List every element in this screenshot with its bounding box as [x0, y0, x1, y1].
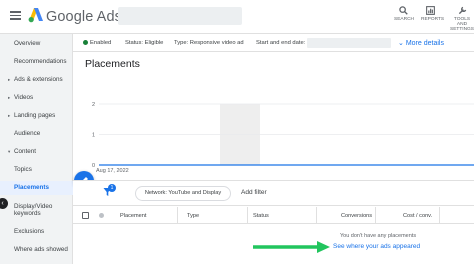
date-label: Start and end date: [256, 40, 306, 46]
app-title: Google Ads [46, 9, 122, 25]
sidebar-item-label: Audience [14, 130, 41, 137]
top-bar: Google Ads SEARCH REPORTS TOOLS AND SETT… [0, 0, 474, 34]
sidebar-item-placements[interactable]: Placements [0, 181, 73, 195]
tools-icon [458, 6, 466, 15]
date-range-value [307, 38, 391, 48]
sidebar-item-label: Videos [14, 94, 34, 101]
y-tick-label: 1 [92, 133, 95, 139]
caret-right-icon: ▸ [8, 95, 11, 100]
search-button[interactable]: SEARCH [394, 6, 414, 22]
sidebar-item-label: Where ads showed [14, 246, 68, 253]
sidebar-item-label: Recommendations [14, 58, 67, 65]
more-details-link[interactable]: ⌄ More details [398, 39, 444, 47]
sidebar-item-label: Content [14, 148, 37, 155]
add-filter-button[interactable]: Add filter [241, 189, 267, 196]
status-enabled[interactable]: Enabled [90, 40, 111, 46]
column-divider [177, 207, 178, 224]
chevron-left-icon: ‹ [1, 200, 4, 207]
empty-state-message: You don't have any placements [340, 233, 417, 239]
sidebar-item-label: Landing pages [14, 112, 56, 119]
chevron-down-icon: ⌄ [398, 40, 404, 47]
sidebar-item-topics[interactable]: Topics [0, 163, 73, 177]
sidebar-item-label: Exclusions [14, 228, 45, 235]
see-where-ads-appeared-link[interactable]: See where your ads appeared [333, 243, 420, 250]
sidebar-item-overview[interactable]: Overview [0, 37, 73, 51]
search-icon [398, 6, 408, 15]
sidebar: Overview Recommendations ▸ Ads & extensio… [0, 34, 73, 264]
page-header: Placements [73, 52, 474, 78]
column-header-placement[interactable]: Placement [120, 213, 146, 219]
page-title: Placements [85, 58, 140, 70]
tools-label: TOOLS AND [453, 17, 471, 27]
caret-right-icon: ▸ [8, 77, 11, 82]
sidebar-item-videos[interactable]: ▸ Videos [0, 91, 73, 105]
sidebar-item-display-video-keywords[interactable]: Display/Video keywords [0, 200, 73, 220]
google-ads-logo-icon [28, 8, 43, 23]
column-divider [375, 207, 376, 224]
sidebar-item-content[interactable]: ▾ Content [0, 145, 73, 159]
sidebar-item-ads-extensions[interactable]: ▸ Ads & extensions [0, 73, 73, 87]
network-filter-chip[interactable]: Network: YouTube and Display [135, 186, 231, 201]
select-all-checkbox[interactable] [82, 212, 89, 219]
column-header-conversions[interactable]: Conversions [341, 213, 372, 219]
green-arrow-annotation [253, 241, 330, 253]
caret-down-icon: ▾ [8, 149, 11, 154]
chart-svg: 0 1 2 [92, 102, 474, 169]
sidebar-item-label: Placements [14, 184, 50, 191]
reports-icon [425, 6, 435, 15]
table-header: Placement Type Status Conversions Cost /… [73, 207, 474, 224]
campaign-status-bar: Enabled Status: Eligible Type: Responsiv… [73, 34, 474, 52]
caret-right-icon: ▸ [8, 113, 11, 118]
sidebar-item-landing-pages[interactable]: ▸ Landing pages [0, 109, 73, 123]
search-label: SEARCH [394, 17, 414, 22]
status-column-dot [99, 213, 104, 218]
y-tick-label: 0 [92, 163, 95, 169]
sidebar-item-label: Topics [14, 166, 32, 173]
chart-date-start: Aug 17, 2022 [96, 168, 129, 174]
sidebar-item-label: Overview [14, 40, 41, 47]
column-divider [247, 207, 248, 224]
reports-label: REPORTS [421, 17, 445, 22]
menu-icon[interactable] [10, 11, 21, 20]
campaign-status: Status: Eligible [125, 40, 164, 46]
y-tick-label: 2 [92, 102, 95, 108]
column-divider [316, 207, 317, 224]
sidebar-item-label: Ads & extensions [14, 76, 63, 83]
ad-type: Type: Responsive video ad [174, 40, 244, 46]
column-header-cost-per-conv[interactable]: Cost / conv. [403, 213, 432, 219]
sidebar-item-where-ads-showed[interactable]: Where ads showed [0, 243, 73, 257]
sidebar-item-label: Display/Video [14, 203, 53, 210]
settings-label: SETTINGS [450, 27, 474, 32]
sidebar-item-label-line2: keywords [14, 210, 41, 217]
performance-chart: 0 1 2 Aug 17, 2022 [73, 78, 474, 191]
column-header-type[interactable]: Type [187, 213, 199, 219]
enabled-status-dot [83, 40, 88, 45]
column-divider [439, 207, 440, 224]
account-name[interactable] [118, 7, 242, 25]
reports-button[interactable]: REPORTS [421, 6, 444, 22]
table-body: You don't have any placements See where … [73, 225, 474, 264]
filter-count-badge: 1 [108, 184, 116, 192]
filter-bar: 1 Network: YouTube and Display Add filte… [73, 180, 474, 206]
sidebar-item-audience[interactable]: Audience [0, 127, 73, 141]
column-header-status[interactable]: Status [253, 213, 269, 219]
sidebar-item-recommendations[interactable]: Recommendations [0, 55, 73, 69]
sidebar-item-exclusions[interactable]: Exclusions [0, 225, 73, 239]
tools-and-settings-button[interactable]: TOOLS AND SETTINGS [450, 6, 474, 32]
